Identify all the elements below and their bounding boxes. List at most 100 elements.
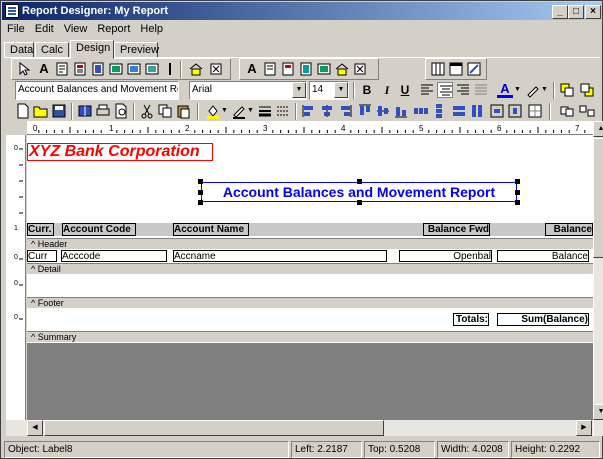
align-middles-icon[interactable] <box>375 103 391 119</box>
selection-handle[interactable] <box>198 179 203 184</box>
underline-button[interactable]: U <box>397 82 413 98</box>
report-title-label[interactable]: XYZ Bank Corporation <box>27 143 213 161</box>
report-subtitle-label[interactable]: Account Balances and Movement Report <box>201 182 517 202</box>
open-folder-icon[interactable] <box>33 103 49 119</box>
line-style-icon[interactable] <box>275 103 291 119</box>
book-icon[interactable] <box>77 103 93 119</box>
bold-button[interactable]: B <box>359 82 375 98</box>
detail-field-curr[interactable]: Curr <box>27 250 57 262</box>
field-tool-icon[interactable] <box>54 61 70 77</box>
fill-color-icon[interactable] <box>205 103 221 119</box>
align-left-icon[interactable] <box>419 82 435 98</box>
tab-preview[interactable]: Preview <box>114 42 159 58</box>
col-header-balance[interactable]: Balance <box>545 223 593 236</box>
ungroup-icon[interactable] <box>579 103 595 119</box>
space-horizontal-icon[interactable] <box>413 103 429 119</box>
center-horizontal-icon[interactable] <box>489 103 505 119</box>
line-tool-icon[interactable] <box>162 61 178 77</box>
paste-icon[interactable] <box>175 103 191 119</box>
object-text-combo[interactable]: Account Balances and Movement Repor <box>15 81 179 100</box>
group-icon[interactable] <box>559 103 575 119</box>
snap-icon[interactable] <box>466 61 482 77</box>
align-rights-icon[interactable] <box>337 103 353 119</box>
same-width-icon[interactable] <box>451 103 467 119</box>
align-lefts-icon[interactable] <box>301 103 317 119</box>
selection-handle[interactable] <box>198 200 203 205</box>
font-size-combo[interactable]: 14 ▼ <box>309 81 349 100</box>
image-tool-icon[interactable] <box>126 61 142 77</box>
selection-handle[interactable] <box>198 190 203 195</box>
grid-icon[interactable] <box>430 61 446 77</box>
same-height-icon[interactable] <box>469 103 485 119</box>
selection-handle[interactable] <box>357 179 362 184</box>
image-tool-2-icon[interactable] <box>316 61 332 77</box>
footer-totals-label[interactable]: Totals: <box>453 313 489 326</box>
memo-tool-icon[interactable] <box>90 61 106 77</box>
font-combo[interactable]: Arial ▼ <box>189 81 307 100</box>
scroll-right-icon[interactable]: ▶ <box>576 420 592 436</box>
label-tool-icon[interactable]: A <box>36 61 52 77</box>
menu-file[interactable]: File <box>2 20 30 38</box>
header-band[interactable]: ^ Header <box>27 238 593 249</box>
selection-handle[interactable] <box>515 179 520 184</box>
menu-view[interactable]: View <box>59 20 93 38</box>
maximize-button[interactable]: □ <box>568 5 584 19</box>
detail-field-accname[interactable]: Accname <box>173 250 387 262</box>
selection-handle[interactable] <box>515 190 520 195</box>
close-button[interactable]: × <box>585 5 601 19</box>
scroll-down-icon[interactable]: ▼ <box>593 404 603 420</box>
font-color-icon[interactable]: A <box>497 82 513 98</box>
center-vertical-icon[interactable] <box>507 103 523 119</box>
detail-field-acccode[interactable]: Acccode <box>61 250 167 262</box>
chevron-down-icon[interactable]: ▼ <box>292 82 306 98</box>
tab-design[interactable]: Design <box>70 40 114 59</box>
chevron-down-icon[interactable]: ▼ <box>334 82 348 98</box>
scroll-thumb[interactable] <box>44 420 384 436</box>
col-header-account-name[interactable]: Account Name <box>173 223 249 236</box>
scroll-up-icon[interactable]: ▲ <box>593 121 603 137</box>
rich-text-tool-icon[interactable] <box>108 61 124 77</box>
align-center-icon[interactable] <box>437 82 453 98</box>
detail-field-openbal[interactable]: Openbal <box>399 250 492 262</box>
home-icon[interactable] <box>188 61 204 77</box>
tab-calc[interactable]: Calc <box>35 42 69 58</box>
home-2-icon[interactable] <box>334 61 350 77</box>
col-header-account-code[interactable]: Account Code <box>62 223 136 236</box>
size-to-grid-icon[interactable] <box>527 103 543 119</box>
selection-handle[interactable] <box>357 200 362 205</box>
line-color-icon[interactable] <box>231 103 247 119</box>
summary-band[interactable]: ^ Summary <box>27 331 593 342</box>
field-tool-2-icon[interactable] <box>262 61 278 77</box>
justify-icon[interactable] <box>473 82 489 98</box>
tab-data[interactable]: Data <box>4 42 34 58</box>
menu-edit[interactable]: Edit <box>30 20 59 38</box>
label-tool-2-icon[interactable]: A <box>244 61 260 77</box>
col-header-balance-fwd[interactable]: Balance Fwd <box>423 223 490 236</box>
horizontal-scrollbar[interactable]: ◀ ▶ <box>6 420 593 436</box>
print-icon[interactable] <box>95 103 111 119</box>
line-width-icon[interactable] <box>257 103 273 119</box>
vertical-scrollbar[interactable]: ▲ ▼ <box>593 121 603 436</box>
footer-sum-field[interactable]: Sum(Balance) <box>497 313 589 326</box>
delete-object-icon[interactable] <box>208 61 224 77</box>
scroll-thumb[interactable] <box>593 138 603 258</box>
align-bottoms-icon[interactable] <box>393 103 409 119</box>
space-vertical-icon[interactable] <box>431 103 447 119</box>
cut-icon[interactable] <box>139 103 155 119</box>
detail-field-balance[interactable]: Balance <box>497 250 589 262</box>
dbimage-tool-icon[interactable] <box>144 61 160 77</box>
table-icon[interactable] <box>448 61 464 77</box>
scroll-left-icon[interactable]: ◀ <box>27 420 43 436</box>
bring-front-icon[interactable] <box>559 82 575 98</box>
align-tops-icon[interactable] <box>357 103 373 119</box>
memo-tool-2-icon[interactable] <box>298 61 314 77</box>
calc-tool-2-icon[interactable] <box>280 61 296 77</box>
print-preview-icon[interactable] <box>113 103 129 119</box>
detail-band[interactable]: ^ Detail <box>27 263 593 274</box>
footer-band[interactable]: ^ Footer <box>27 297 593 308</box>
pointer-tool-icon[interactable] <box>16 61 32 77</box>
selection-handle[interactable] <box>515 200 520 205</box>
calc-field-tool-icon[interactable] <box>72 61 88 77</box>
menu-help[interactable]: Help <box>135 20 168 38</box>
highlight-pen-icon[interactable] <box>525 82 541 98</box>
